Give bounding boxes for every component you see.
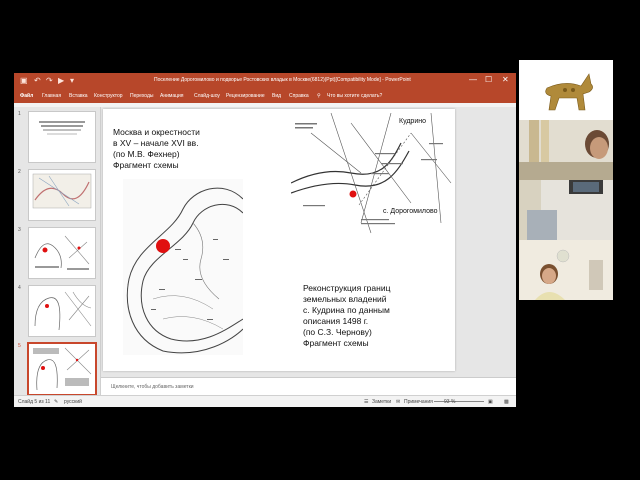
notes-toggle-button[interactable]: Заметки	[372, 399, 391, 405]
tab-review[interactable]: Рецензирование	[226, 93, 265, 99]
video-tile-logo[interactable]	[519, 60, 613, 120]
tab-transitions[interactable]: Переходы	[130, 93, 153, 99]
map-label-dorogomilovo: с. Дорогомилово	[383, 208, 438, 215]
powerpoint-window: ▣ ↶ ↷ ▶ ▾ Поселение Дорогомилово и подво…	[14, 73, 516, 407]
slide-thumbnail-5[interactable]	[27, 342, 97, 396]
maximize-button[interactable]: ☐	[485, 75, 492, 84]
undo-icon[interactable]: ↶	[34, 76, 41, 86]
right-caption-line: Фрагмент схемы	[303, 338, 369, 348]
customize-toolbar-icon[interactable]: ▾	[70, 76, 74, 86]
minimize-button[interactable]: —	[469, 75, 477, 84]
language-indicator[interactable]: русский	[64, 399, 82, 405]
notes-placeholder: Щелкните, чтобы добавить заметки	[111, 384, 194, 390]
window-title: Поселение Дорогомилово и подворье Ростов…	[154, 77, 411, 83]
thumbnail-1-content	[39, 121, 85, 135]
slide-thumbnail-4[interactable]	[28, 285, 96, 337]
tell-me-search[interactable]: Что вы хотите сделать?	[327, 93, 382, 99]
participant-2-video	[519, 180, 613, 240]
right-caption-line: (по С.З. Чернову)	[303, 327, 372, 337]
tab-insert[interactable]: Вставка	[69, 93, 88, 99]
thumbnail-number: 3	[18, 227, 21, 233]
left-caption-line: Москва и окрестности	[113, 127, 200, 137]
thumbnail-3-content	[34, 235, 90, 270]
video-tile-participant-1[interactable]	[519, 120, 613, 180]
comments-icon: ✉	[396, 399, 401, 405]
left-caption-line: Фрагмент схемы	[113, 160, 179, 170]
tab-slideshow[interactable]: Слайд-шоу	[194, 93, 220, 99]
status-bar: Слайд 5 из 11 ✎ русский ☰ Заметки ✉ Прим…	[14, 395, 516, 407]
tab-design[interactable]: Конструктор	[94, 93, 123, 99]
save-icon[interactable]: ▣	[20, 76, 28, 86]
thumbnail-number: 2	[18, 169, 21, 175]
notes-toggle-icon: ☰	[364, 399, 369, 405]
ribbon-tabs: Файл Главная Вставка Конструктор Переход…	[14, 89, 516, 103]
location-marker-left	[156, 239, 170, 253]
title-bar: ▣ ↶ ↷ ▶ ▾ Поселение Дорогомилово и подво…	[14, 73, 516, 89]
right-caption: Реконструкция границ земельных владений …	[303, 283, 390, 349]
start-from-beginning-icon[interactable]: ▶	[58, 76, 64, 86]
close-button[interactable]: ✕	[502, 75, 509, 84]
participant-1-video	[519, 120, 613, 180]
map-moscow-fehner	[123, 179, 243, 355]
right-caption-line: с. Кудрина по данным	[303, 305, 390, 315]
left-caption: Москва и окрестности в XV – начале XVI в…	[113, 127, 200, 171]
slide-thumbnail-1[interactable]	[28, 111, 96, 163]
video-tile-participant-2[interactable]	[519, 180, 613, 240]
comments-toggle-button[interactable]: Примечания	[404, 399, 433, 405]
zoom-level[interactable]: 93 %	[444, 399, 455, 405]
zoom-slider[interactable]	[434, 401, 484, 402]
tab-animations[interactable]: Анимация	[160, 93, 183, 99]
map-label-kudrino: Кудрино	[399, 118, 426, 125]
location-marker-right	[349, 190, 357, 198]
current-slide[interactable]: Москва и окрестности в XV – начале XVI в…	[103, 109, 455, 371]
normal-view-icon[interactable]: ▣	[488, 399, 493, 405]
thumbnail-2-content	[32, 173, 92, 209]
thumbnail-number: 5	[18, 343, 21, 349]
tab-help[interactable]: Справка	[289, 93, 309, 99]
tab-home[interactable]: Главная	[42, 93, 61, 99]
left-caption-line: в XV – начале XVI вв.	[113, 138, 199, 148]
thumbnail-4-content	[34, 291, 92, 331]
reading-view-icon[interactable]: ▩	[504, 399, 509, 405]
map-kudrino-chernov: Кудрино с. Дорогомилово	[291, 113, 453, 239]
left-caption-line: (по М.В. Фехнер)	[113, 149, 180, 159]
slide-thumbnail-3[interactable]	[28, 227, 96, 279]
right-caption-line: Реконструкция границ	[303, 283, 391, 293]
notes-pane[interactable]: Щелкните, чтобы добавить заметки	[101, 377, 516, 396]
right-caption-line: описания 1498 г.	[303, 316, 369, 326]
thumbnail-5-content	[33, 347, 92, 391]
spellcheck-icon[interactable]: ✎	[54, 399, 58, 405]
slide-thumbnails-pane: 1 2 3 4 5	[14, 107, 109, 396]
slide-counter: Слайд 5 из 11	[18, 399, 51, 405]
slide-thumbnail-2[interactable]	[28, 169, 96, 221]
participant-3-video	[519, 240, 613, 300]
tab-file[interactable]: Файл	[20, 93, 33, 99]
thumbnail-number: 4	[18, 285, 21, 291]
right-caption-line: земельных владений	[303, 294, 387, 304]
tab-view[interactable]: Вид	[272, 93, 281, 99]
horse-figurine-image	[519, 60, 613, 120]
video-tile-participant-3[interactable]	[519, 240, 613, 300]
lightbulb-icon: ⚲	[317, 93, 321, 99]
thumbnail-number: 1	[18, 111, 21, 117]
redo-icon[interactable]: ↷	[46, 76, 53, 86]
